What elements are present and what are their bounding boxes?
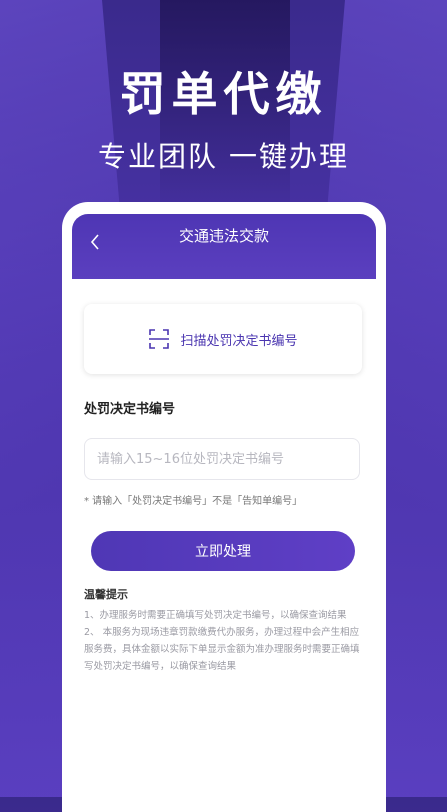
tips-title: 温馨提示	[84, 588, 128, 601]
nav-title: 交通违法交款	[178, 227, 269, 245]
tips-line-1: 1、办理服务时需要正确填写处罚决定书编号，以确保查询结果	[84, 610, 347, 621]
field-label: 处罚决定书编号	[84, 402, 176, 417]
input-hint: * 请输入「处罚决定书编号」不是「告知单编号」	[84, 496, 303, 507]
scan-icon	[149, 329, 170, 349]
tips-line-2: 2、 本服务为现场违章罚款缴费代办服务，办理过程中会产生相应服务费，具体金额以实…	[84, 627, 360, 672]
decision-number-input[interactable]	[84, 438, 360, 480]
hero-title: 罚单代缴	[119, 67, 328, 121]
submit-button[interactable]: 立即处理	[91, 531, 355, 571]
scan-label: 扫描处罚决定书编号	[180, 333, 298, 349]
scan-button[interactable]: 扫描处罚决定书编号	[84, 304, 362, 374]
hero-subtitle: 专业团队 一键办理	[98, 140, 349, 173]
nav-bar: 交通违法交款	[72, 214, 376, 279]
tips-text: 1、办理服务时需要正确填写处罚决定书编号，以确保查询结果 2、 本服务为现场违章…	[84, 607, 364, 675]
phone-screen: 交通违法交款 扫描处罚决定书编号 处罚决定书编号 * 请输入「处罚决定书编号」不…	[62, 202, 386, 812]
